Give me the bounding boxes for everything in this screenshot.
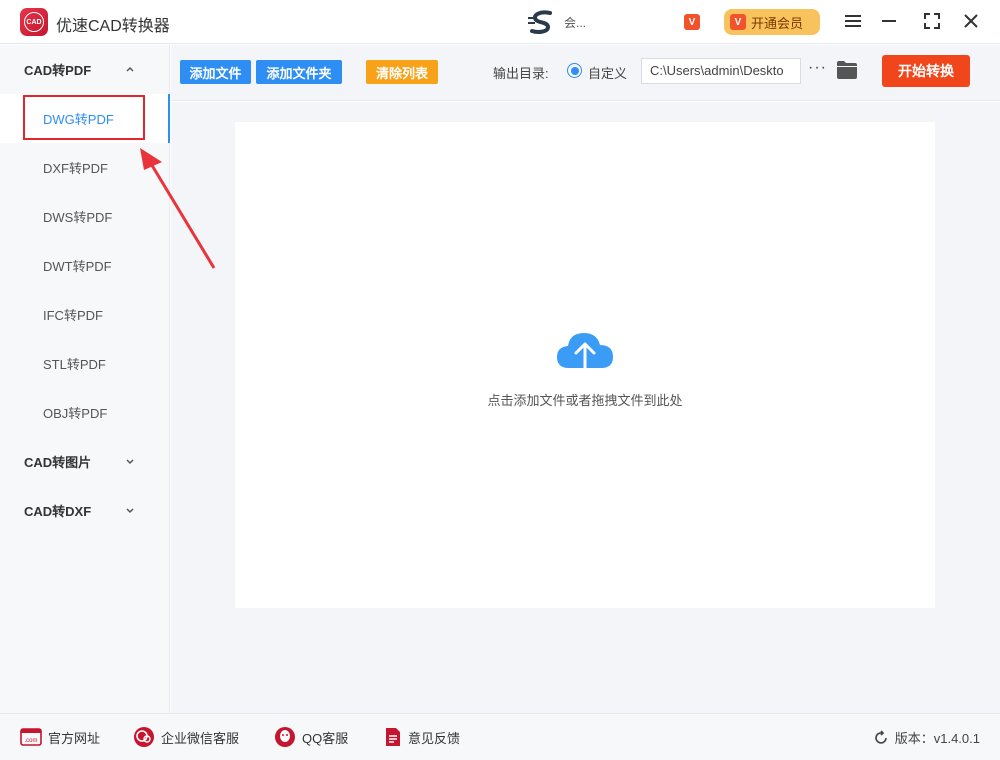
annotation-highlight-box: [23, 95, 145, 140]
sidebar-item-ifc-to-pdf[interactable]: IFC转PDF: [0, 290, 170, 339]
cloud-upload-icon: [557, 333, 613, 380]
feedback-link[interactable]: 意见反馈: [384, 727, 460, 747]
add-file-button[interactable]: 添加文件: [180, 60, 251, 84]
sidebar: CAD转PDF DWG转PDF DXF转PDF DWS转PDF DWT转PDF …: [0, 45, 170, 713]
qq-icon: [275, 727, 295, 747]
wechat-service-label: 企业微信客服: [161, 730, 240, 746]
folder-icon[interactable]: [837, 61, 857, 79]
version-label: 版本：v1.4.0.1: [894, 731, 980, 746]
output-dir-label: 输出目录:: [493, 66, 549, 81]
radio-selected-dot: [570, 66, 579, 75]
chevron-down-icon: [126, 508, 134, 514]
output-path-field[interactable]: C:\Users\admin\Deskto: [641, 58, 801, 84]
sidebar-item-obj-to-pdf[interactable]: OBJ转PDF: [0, 388, 170, 437]
wechat-icon: [134, 727, 154, 747]
official-website-label: 官方网址: [48, 730, 101, 746]
feedback-icon: [386, 728, 400, 746]
sidebar-group-label: CAD转图片: [24, 454, 92, 470]
qq-service-label: QQ客服: [302, 730, 349, 746]
clear-list-button[interactable]: 清除列表: [366, 60, 438, 84]
open-membership-label: 开通会员: [751, 15, 804, 31]
sidebar-item-label: STL转PDF: [43, 357, 106, 372]
website-icon: .com: [20, 728, 42, 746]
main-area: 点击添加文件或者拖拽文件到此处: [171, 102, 1000, 713]
start-conversion-button[interactable]: 开始转换: [882, 55, 970, 87]
vip-status-icon: V: [684, 14, 700, 30]
drop-hint-text: 点击添加文件或者拖拽文件到此处: [487, 393, 683, 408]
sidebar-group-cad-to-image[interactable]: CAD转图片: [0, 437, 170, 485]
sidebar-group-cad-to-pdf[interactable]: CAD转PDF: [0, 45, 170, 93]
user-name: 会...: [564, 16, 587, 30]
sidebar-item-label: DWT转PDF: [43, 259, 112, 274]
refresh-icon: [874, 729, 887, 744]
official-website-link[interactable]: .com 官方网址: [20, 727, 100, 747]
minimize-icon: [882, 20, 896, 22]
annotation-arrow-icon: [140, 148, 216, 269]
version-info[interactable]: 版本：v1.4.0.1: [873, 728, 980, 747]
sidebar-group-cad-to-dxf[interactable]: CAD转DXF: [0, 486, 170, 534]
more-options-button[interactable]: ···: [808, 59, 827, 77]
sidebar-item-stl-to-pdf[interactable]: STL转PDF: [0, 339, 170, 388]
sidebar-item-label: IFC转PDF: [43, 308, 103, 323]
sidebar-group-label: CAD转PDF: [24, 62, 92, 78]
sidebar-group-label: CAD转DXF: [24, 503, 92, 519]
custom-output-radio[interactable]: [567, 63, 582, 78]
vip-icon: V: [730, 14, 746, 30]
chevron-up-icon: [126, 66, 134, 72]
file-drop-zone[interactable]: 点击添加文件或者拖拽文件到此处: [235, 122, 935, 608]
app-title: 优速CAD转换器: [56, 18, 170, 35]
user-avatar-icon[interactable]: [528, 9, 556, 35]
maximize-icon: [924, 13, 940, 29]
sidebar-item-label: DWS转PDF: [43, 210, 113, 225]
maximize-button[interactable]: [921, 10, 943, 32]
sidebar-item-label: DXF转PDF: [43, 161, 109, 176]
qq-service-link[interactable]: QQ客服: [274, 727, 348, 747]
sidebar-item-label: OBJ转PDF: [43, 406, 108, 421]
title-bar: CAD 优速CAD转换器 会... V V 开通会员: [0, 0, 1000, 44]
custom-output-label[interactable]: 自定义: [588, 63, 627, 82]
close-button[interactable]: [960, 10, 982, 32]
app-logo-text: CAD: [24, 12, 44, 32]
close-icon: [964, 14, 978, 28]
open-membership-button[interactable]: V 开通会员: [724, 9, 820, 35]
app-logo-icon: CAD: [20, 8, 48, 36]
svg-text:.com: .com: [24, 738, 37, 744]
minimize-button[interactable]: [878, 10, 900, 32]
chevron-down-icon: [126, 459, 134, 465]
footer: .com 官方网址 企业微信客服 QQ客服 意见反馈 版本：v1.4.0.1: [0, 713, 1000, 760]
hamburger-icon: [845, 15, 861, 27]
menu-button[interactable]: [842, 10, 864, 32]
add-folder-button[interactable]: 添加文件夹: [256, 60, 342, 84]
toolbar: 添加文件 添加文件夹 清除列表 输出目录: 自定义 C:\Users\admin…: [171, 45, 1000, 101]
feedback-label: 意见反馈: [408, 730, 461, 746]
wechat-service-link[interactable]: 企业微信客服: [133, 727, 239, 747]
